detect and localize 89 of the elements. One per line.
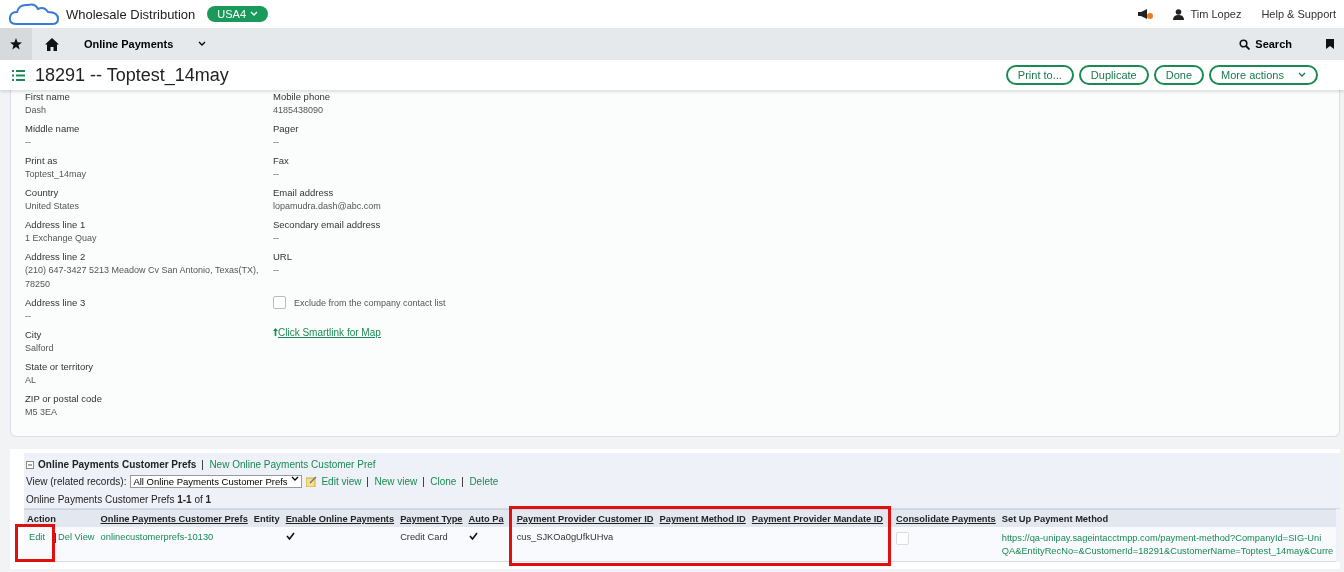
view-link[interactable]: Clone xyxy=(430,476,457,487)
record-link[interactable]: onlinecustomerprefs-10130 xyxy=(97,527,251,562)
column-header[interactable]: Payment Provider Customer ID xyxy=(506,509,657,527)
field-value: -- xyxy=(273,168,280,181)
column-header[interactable]: Consolidate Payments xyxy=(893,509,999,527)
action-button[interactable]: Print to... xyxy=(1005,65,1074,85)
company-name: Wholesale Distribution xyxy=(66,6,196,22)
field-value: Dash xyxy=(25,104,47,117)
record-title: 18291 -- Toptest_14may xyxy=(35,64,229,86)
table-cell: Credit Card xyxy=(397,527,466,562)
caret-icon xyxy=(1298,72,1306,78)
list-icon[interactable] xyxy=(12,69,25,81)
bookmark-icon[interactable] xyxy=(1326,39,1334,49)
table-cell: cus_SJKOa0gUfkUHva xyxy=(506,527,657,562)
field-value: AL xyxy=(25,374,37,387)
field-value: -- xyxy=(273,264,280,277)
record-count: Online Payments Customer Prefs 1-1 of 1 xyxy=(26,493,212,505)
field-label: Print as xyxy=(25,154,59,167)
map-link[interactable]: Click Smartlink for Map xyxy=(278,327,381,338)
column-header[interactable]: Online Payments Customer Prefs xyxy=(97,509,251,527)
field-value: -- xyxy=(25,136,32,149)
home-icon[interactable] xyxy=(45,37,59,51)
field-value: M5 3EA xyxy=(25,406,58,419)
field-label: Fax xyxy=(273,154,290,167)
column-header[interactable]: Payment Provider Mandate ID xyxy=(748,509,894,527)
view-link[interactable]: Delete xyxy=(469,476,499,487)
action-button[interactable]: Duplicate xyxy=(1078,65,1149,85)
view-label: View (related records): xyxy=(26,476,127,487)
module-dropdown[interactable]: Online Payments xyxy=(72,37,212,51)
field-label: Secondary email address xyxy=(273,218,382,231)
field-value: (210) 647-3427 5213 Meadow Cv San Antonio, Texas(TX), 78250 xyxy=(25,264,260,291)
del-view-link[interactable]: Del View xyxy=(58,532,95,542)
column-header: Action xyxy=(24,509,98,527)
column-header[interactable]: Enable Online Payments xyxy=(282,509,398,527)
field-label: Pager xyxy=(273,122,300,135)
edit-note-icon xyxy=(306,476,318,487)
field-label: Email address xyxy=(273,186,335,199)
column-header[interactable]: Payment Method ID xyxy=(656,509,749,527)
caret-icon xyxy=(250,11,259,17)
help-link[interactable]: Help & Support xyxy=(1261,8,1336,20)
field-value: -- xyxy=(273,232,280,245)
highlight-frame xyxy=(15,524,56,562)
field-label: Country xyxy=(25,186,60,199)
view-dropdown[interactable]: All Online Payments Customer Prefs xyxy=(130,475,303,488)
column-header: Entity xyxy=(250,509,283,527)
field-value: 1 Exchange Quay xyxy=(25,232,98,245)
search-icon xyxy=(1239,38,1251,50)
action-button[interactable]: Done xyxy=(1153,65,1204,85)
field-value: lopamudra.dash@abc.com xyxy=(273,200,382,213)
column-header[interactable]: Auto Pa xyxy=(465,509,507,527)
field-label: ZIP or postal code xyxy=(25,392,103,405)
checkbox-label: Exclude from the company contact list xyxy=(294,297,446,308)
field-label: Middle name xyxy=(25,122,81,135)
setup-url-link[interactable]: https://qa-unipay.sageintacctmpp.com/payment-method?CompanyId=SIG-Uni xyxy=(1001,532,1334,545)
favorites-button[interactable] xyxy=(0,28,32,60)
field-value: 4185438090 xyxy=(273,104,325,117)
arrow-up-icon xyxy=(273,328,278,336)
caret-icon xyxy=(291,476,300,482)
more-actions-button[interactable]: More actions xyxy=(1209,65,1318,85)
column-header: Set Up Payment Method xyxy=(998,509,1337,527)
view-link[interactable]: Edit view xyxy=(321,476,362,487)
search-button[interactable]: Search xyxy=(1233,37,1298,51)
field-value: Salford xyxy=(25,342,55,355)
field-label: Address line 1 xyxy=(25,218,87,231)
entity-dropdown[interactable]: USA4 xyxy=(207,6,269,22)
field-label: Address line 3 xyxy=(25,296,87,309)
field-value: -- xyxy=(25,310,32,323)
field-value: United States xyxy=(25,200,81,213)
field-label: Mobile phone xyxy=(273,90,332,103)
view-link[interactable]: New view xyxy=(374,476,418,487)
field-label: State or territory xyxy=(25,360,95,373)
collapse-icon[interactable] xyxy=(26,460,34,469)
checkbox[interactable] xyxy=(273,296,286,309)
setup-url-link[interactable]: QA&EntityRecNo=&CustomerId=18291&CustomerName=Toptest_14may&Curre xyxy=(1001,545,1334,558)
megaphone-icon[interactable] xyxy=(1137,8,1154,20)
user-icon xyxy=(1173,8,1185,20)
column-header[interactable]: Payment Type xyxy=(397,509,466,527)
field-label: URL xyxy=(273,250,293,263)
field-label: City xyxy=(25,328,43,341)
user-name[interactable]: Tim Lopez xyxy=(1190,8,1242,20)
edit-link[interactable]: Edit xyxy=(27,532,54,542)
field-value: -- xyxy=(273,136,280,149)
caret-icon xyxy=(198,41,206,47)
field-value: Toptest_14may xyxy=(25,168,88,181)
field-label: Address line 2 xyxy=(25,250,87,263)
star-icon xyxy=(10,38,22,50)
field-label: First name xyxy=(25,90,71,103)
section-title: Online Payments Customer Prefs xyxy=(38,459,197,470)
new-record-link[interactable]: New Online Payments Customer Pref xyxy=(209,459,376,470)
